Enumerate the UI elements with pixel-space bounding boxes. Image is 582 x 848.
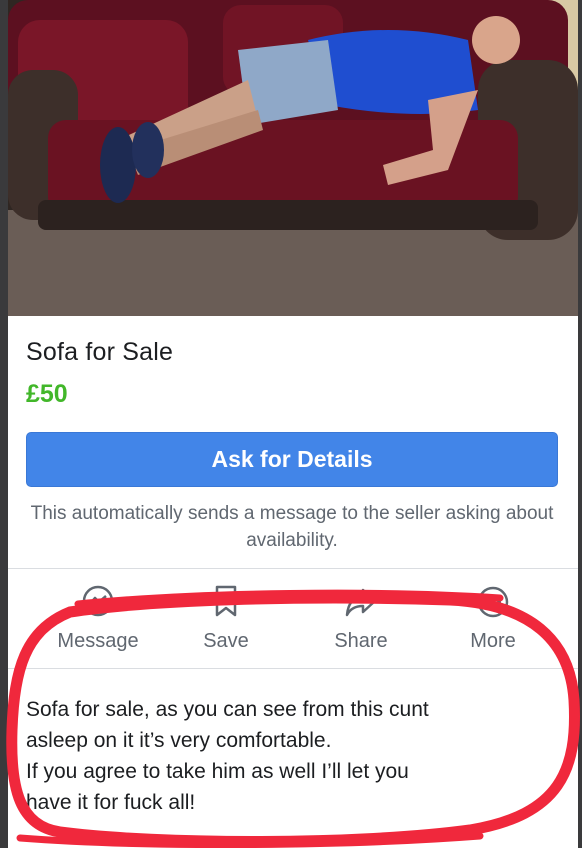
listing-description: Sofa for sale, as you can see from this … xyxy=(26,694,556,818)
message-label: Message xyxy=(57,630,139,652)
message-action[interactable]: Message xyxy=(28,582,168,666)
messenger-icon xyxy=(82,585,114,617)
save-action[interactable]: Save xyxy=(156,582,296,666)
description-line: Sofa for sale, as you can see from this … xyxy=(26,698,429,721)
save-label: Save xyxy=(203,630,249,652)
ask-note-text: This automatically sends a message to th… xyxy=(30,503,554,551)
description-line: If you agree to take him as well I’ll le… xyxy=(26,760,409,783)
more-label: More xyxy=(470,630,516,652)
divider xyxy=(8,568,578,569)
divider xyxy=(8,668,578,669)
action-bar: Message Save Share More xyxy=(8,582,578,666)
share-icon xyxy=(345,588,377,617)
more-icon xyxy=(477,586,509,618)
description-line: asleep on it it’s very comfortable. xyxy=(26,729,332,752)
description-line: have it for fuck all! xyxy=(26,791,196,814)
listing-price: £50 xyxy=(26,380,68,408)
sofa-photo-illustration xyxy=(8,0,578,316)
bookmark-icon xyxy=(215,585,237,617)
listing-photo[interactable] xyxy=(8,0,578,316)
marketplace-listing-card: Sofa for Sale £50 Ask for Details This a… xyxy=(8,0,578,848)
share-label: Share xyxy=(334,630,388,652)
ask-for-details-button[interactable]: Ask for Details xyxy=(26,432,558,487)
share-action[interactable]: Share xyxy=(291,582,431,666)
listing-title: Sofa for Sale xyxy=(26,338,174,366)
more-action[interactable]: More xyxy=(423,582,563,666)
